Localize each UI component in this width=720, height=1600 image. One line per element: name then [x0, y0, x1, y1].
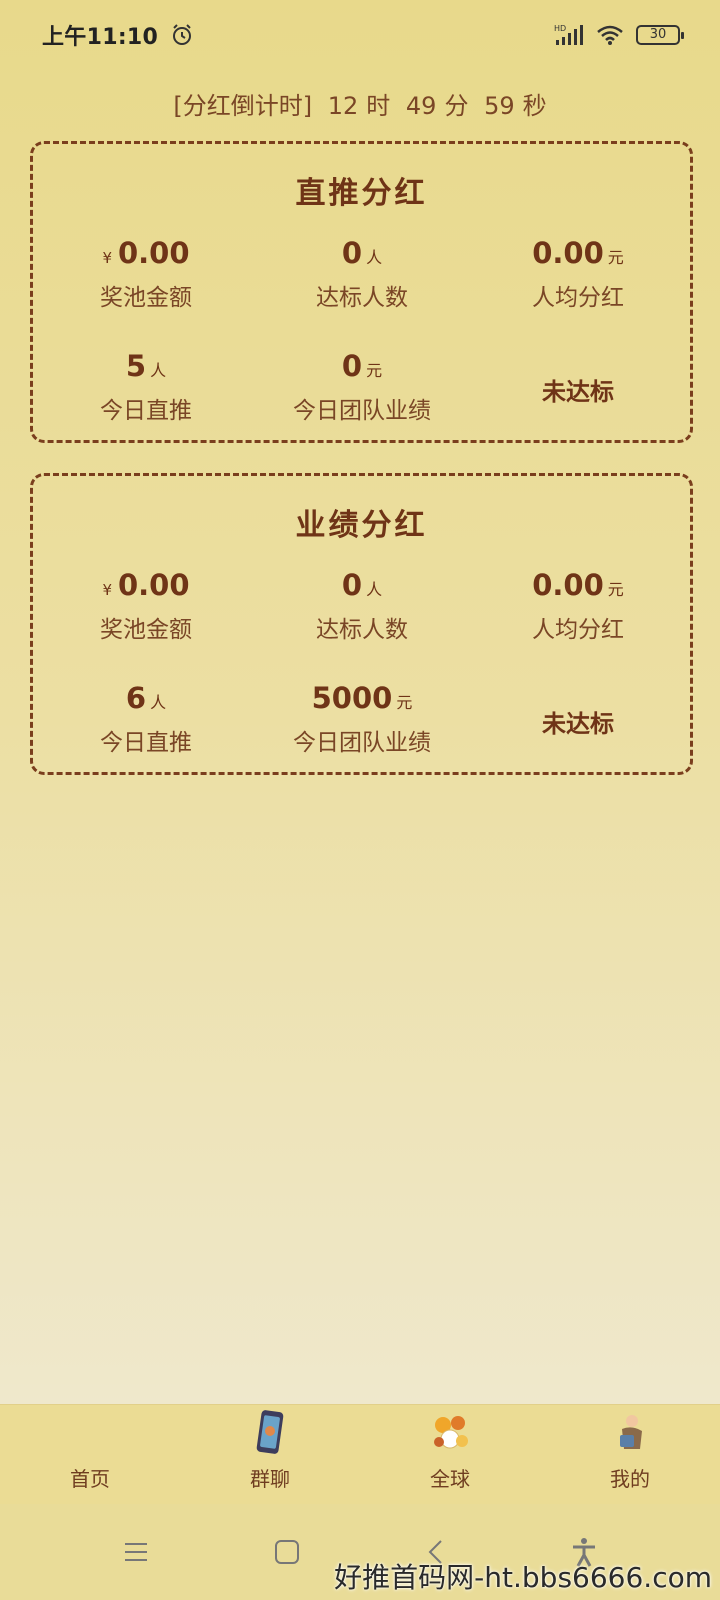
qualification-status: 未达标 [542, 378, 614, 406]
status-time: 上午11:10 [42, 25, 159, 50]
pool-amount-stat: ¥0.00 奖池金额 [36, 568, 256, 644]
qualified-count-stat: 0人 达标人数 [252, 236, 472, 312]
signal-icon: HD [554, 24, 583, 45]
performance-dividend-card: 业绩分红 ¥0.00 奖池金额 0人 达标人数 0.00 元 人均分红 6人 今日… [30, 473, 693, 775]
bottom-nav: 首页 群聊 全球 我的 [0, 1404, 720, 1504]
today-direct-stat: 6人 今日直推 [36, 681, 256, 757]
today-direct-value: 6 [125, 681, 147, 715]
per-person-dividend-value: 0.00 [532, 568, 604, 602]
direct-dividend-card: 直推分红 ¥0.00 奖池金额 0人 达标人数 0.00 元 人均分红 5人 今日… [30, 141, 693, 443]
today-direct-label: 今日直推 [100, 398, 192, 424]
nav-item-global[interactable]: 全球 [360, 1405, 540, 1504]
team-performance-label: 今日团队业绩 [293, 398, 431, 424]
pool-amount-label: 奖池金额 [100, 285, 192, 311]
countdown-minutes-unit: 分 [444, 92, 469, 120]
qualification-status: 未达标 [542, 710, 614, 738]
per-person-dividend-value: 0.00 [532, 236, 604, 270]
qualified-count-label: 达标人数 [316, 285, 408, 311]
per-person-dividend-stat: 0.00 元 人均分红 [468, 236, 688, 312]
battery-icon: 30 [636, 25, 684, 45]
card-title: 业绩分红 [295, 508, 428, 543]
countdown-seconds: 59 [484, 92, 515, 120]
today-direct-label: 今日直推 [100, 730, 192, 756]
today-direct-stat: 5人 今日直推 [36, 349, 256, 425]
alarm-icon [173, 24, 192, 45]
countdown-label: [分红倒计时] [173, 92, 313, 120]
pool-amount-label: 奖池金额 [100, 617, 192, 643]
home-square-icon[interactable] [274, 1539, 300, 1565]
menu-icon[interactable] [123, 1541, 149, 1563]
card-title: 直推分红 [295, 176, 428, 211]
svg-text:HD: HD [554, 24, 566, 33]
team-performance-value: 0 [341, 349, 363, 383]
countdown-hours: 12 [327, 92, 359, 120]
pool-amount-value: 0.00 [117, 236, 190, 270]
countdown-hours-unit: 时 [366, 92, 391, 120]
team-performance-label: 今日团队业绩 [293, 730, 431, 756]
qualified-count-label: 达标人数 [316, 617, 408, 643]
nav-label-group-chat: 群聊 [250, 1467, 290, 1491]
wifi-icon [597, 25, 623, 45]
qualified-count-value: 0 [341, 236, 363, 270]
nav-label-global: 全球 [430, 1467, 470, 1491]
per-person-dividend-stat: 0.00 元 人均分红 [468, 568, 688, 644]
team-performance-stat: 0元 今日团队业绩 [252, 349, 472, 425]
pool-amount-value: 0.00 [117, 568, 190, 602]
per-person-dividend-label: 人均分红 [532, 285, 624, 311]
global-icon [434, 1416, 468, 1449]
countdown-minutes: 49 [405, 92, 437, 120]
qualified-count-value: 0 [341, 568, 363, 602]
countdown-seconds-unit: 秒 [522, 92, 547, 120]
watermark-text: 好推首码网-ht.bbs6666.com [334, 1561, 712, 1594]
nav-item-home[interactable]: 首页 [0, 1405, 180, 1504]
pool-amount-stat: ¥0.00 奖池金额 [36, 236, 256, 312]
home-icon [70, 1409, 110, 1455]
qualified-count-stat: 0人 达标人数 [252, 568, 472, 644]
status-bar: 上午11:10 HD 30 [0, 0, 720, 70]
team-performance-stat: 5000 元 今日团队业绩 [252, 681, 472, 757]
group-chat-icon [256, 1410, 284, 1454]
per-person-dividend-label: 人均分红 [532, 617, 624, 643]
dividend-countdown: [分红倒计时] 12 时 49 分 59 秒 [0, 86, 720, 121]
profile-icon [620, 1415, 642, 1449]
team-performance-value: 5000 [311, 681, 393, 715]
nav-item-profile[interactable]: 我的 [540, 1405, 720, 1504]
nav-label-home: 首页 [70, 1467, 110, 1491]
today-direct-value: 5 [125, 349, 147, 383]
nav-label-profile: 我的 [610, 1467, 650, 1491]
nav-item-group-chat[interactable]: 群聊 [180, 1405, 360, 1504]
